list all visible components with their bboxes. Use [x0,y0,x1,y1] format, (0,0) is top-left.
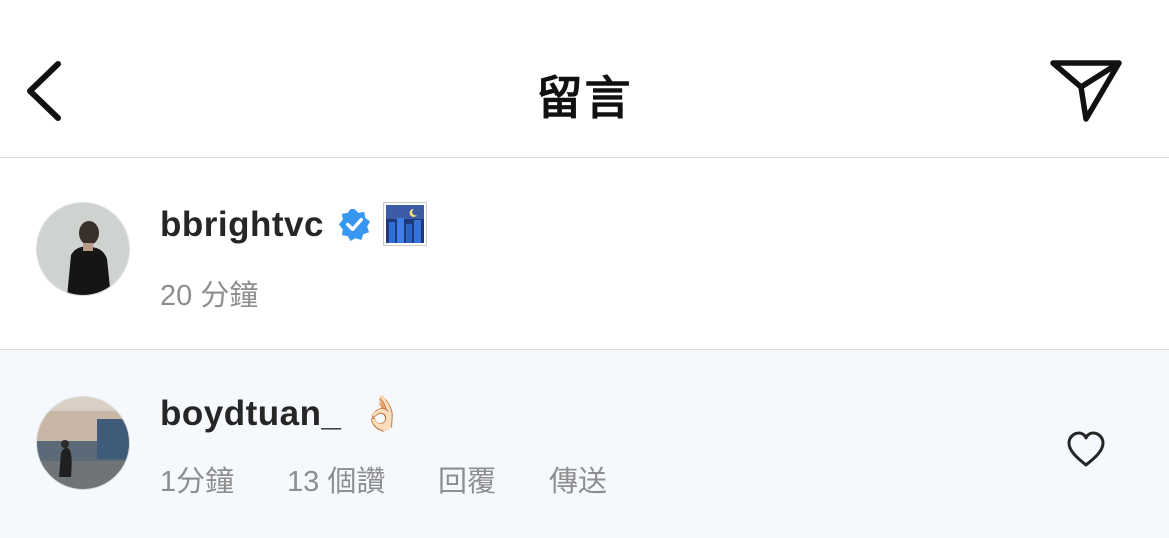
page-title: 留言 [536,72,633,124]
comment-row: boydtuan_ 👌🏻 1分鐘 13 個讚 回覆 傳送 [0,350,1169,538]
ok-hand-emoji: 👌🏻 [361,395,404,433]
post-author-avatar[interactable] [36,202,130,296]
post-timestamp: 20 分鐘 [160,280,259,312]
verified-badge-icon [338,208,371,241]
post-caption: bbrightvc 20 分鐘 [0,158,1169,349]
heart-icon[interactable] [1066,430,1106,468]
comment-likes-count[interactable]: 13 個讚 [287,458,385,500]
paper-plane-icon[interactable] [1048,56,1124,124]
send-button[interactable]: 傳送 [549,458,607,500]
post-author-username[interactable]: bbrightvc [160,205,324,245]
reply-button[interactable]: 回覆 [438,458,496,500]
commenter-avatar[interactable] [36,396,130,490]
top-navigation-bar: 留言 [0,0,1169,157]
commenter-username[interactable]: boydtuan_ [160,394,341,434]
comment-timestamp: 1分鐘 [160,466,235,498]
night-city-emoji-icon [383,202,427,246]
